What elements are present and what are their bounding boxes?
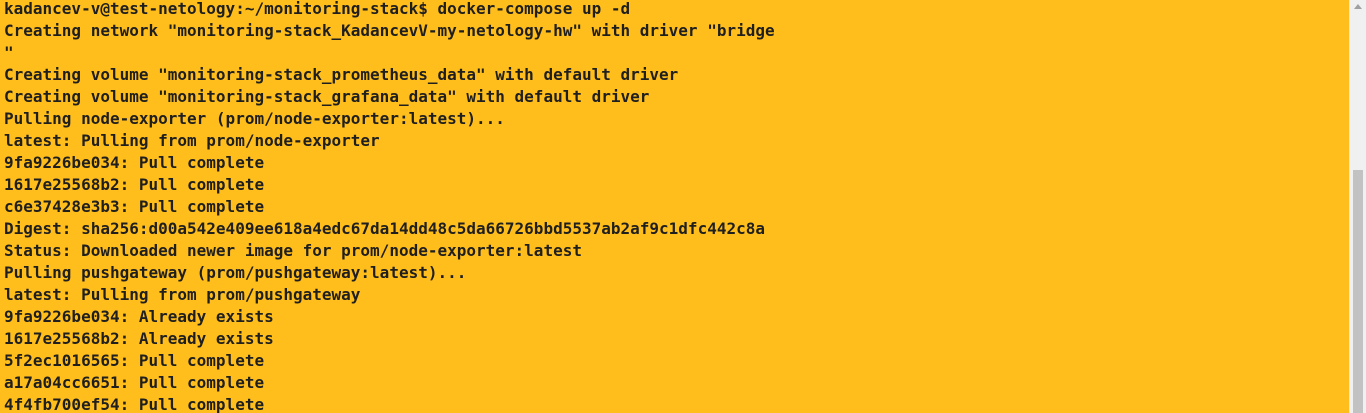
terminal-line: 1617e25568b2: Already exists bbox=[4, 329, 274, 348]
terminal-line: Status: Downloaded newer image for prom/… bbox=[4, 241, 582, 260]
terminal-window[interactable]: kadancev-v@test-netology:~/monitoring-st… bbox=[0, 0, 1366, 413]
terminal-line: 4f4fb700ef54: Pull complete bbox=[4, 395, 265, 413]
terminal-line: Creating volume "monitoring-stack_promet… bbox=[4, 65, 679, 84]
scroll-up-arrow-icon[interactable] bbox=[1354, 4, 1362, 9]
terminal-line: latest: Pulling from prom/node-exporter bbox=[4, 131, 380, 150]
terminal-line-prompt: kadancev-v@test-netology:~/monitoring-st… bbox=[4, 0, 631, 18]
terminal-line: 9fa9226be034: Already exists bbox=[4, 307, 274, 326]
terminal-line: 5f2ec1016565: Pull complete bbox=[4, 351, 265, 370]
terminal-line: Creating network "monitoring-stack_Kadan… bbox=[4, 21, 775, 40]
terminal-line: 1617e25568b2: Pull complete bbox=[4, 175, 265, 194]
terminal-line: Pulling pushgateway (prom/pushgateway:la… bbox=[4, 263, 467, 282]
terminal-line: " bbox=[4, 43, 14, 62]
terminal-line: 9fa9226be034: Pull complete bbox=[4, 153, 265, 172]
terminal-line: latest: Pulling from prom/pushgateway bbox=[4, 285, 361, 304]
terminal-line: Pulling node-exporter (prom/node-exporte… bbox=[4, 109, 505, 128]
terminal-line: c6e37428e3b3: Pull complete bbox=[4, 197, 265, 216]
terminal-line: Digest: sha256:d00a542e409ee618a4edc67da… bbox=[4, 219, 765, 238]
terminal-output[interactable]: kadancev-v@test-netology:~/monitoring-st… bbox=[4, 0, 1344, 413]
terminal-line: Creating volume "monitoring-stack_grafan… bbox=[4, 87, 650, 106]
scrollbar-thumb[interactable] bbox=[1353, 170, 1363, 413]
vertical-scrollbar[interactable] bbox=[1349, 0, 1366, 413]
terminal-line: a17a04cc6651: Pull complete bbox=[4, 373, 265, 392]
